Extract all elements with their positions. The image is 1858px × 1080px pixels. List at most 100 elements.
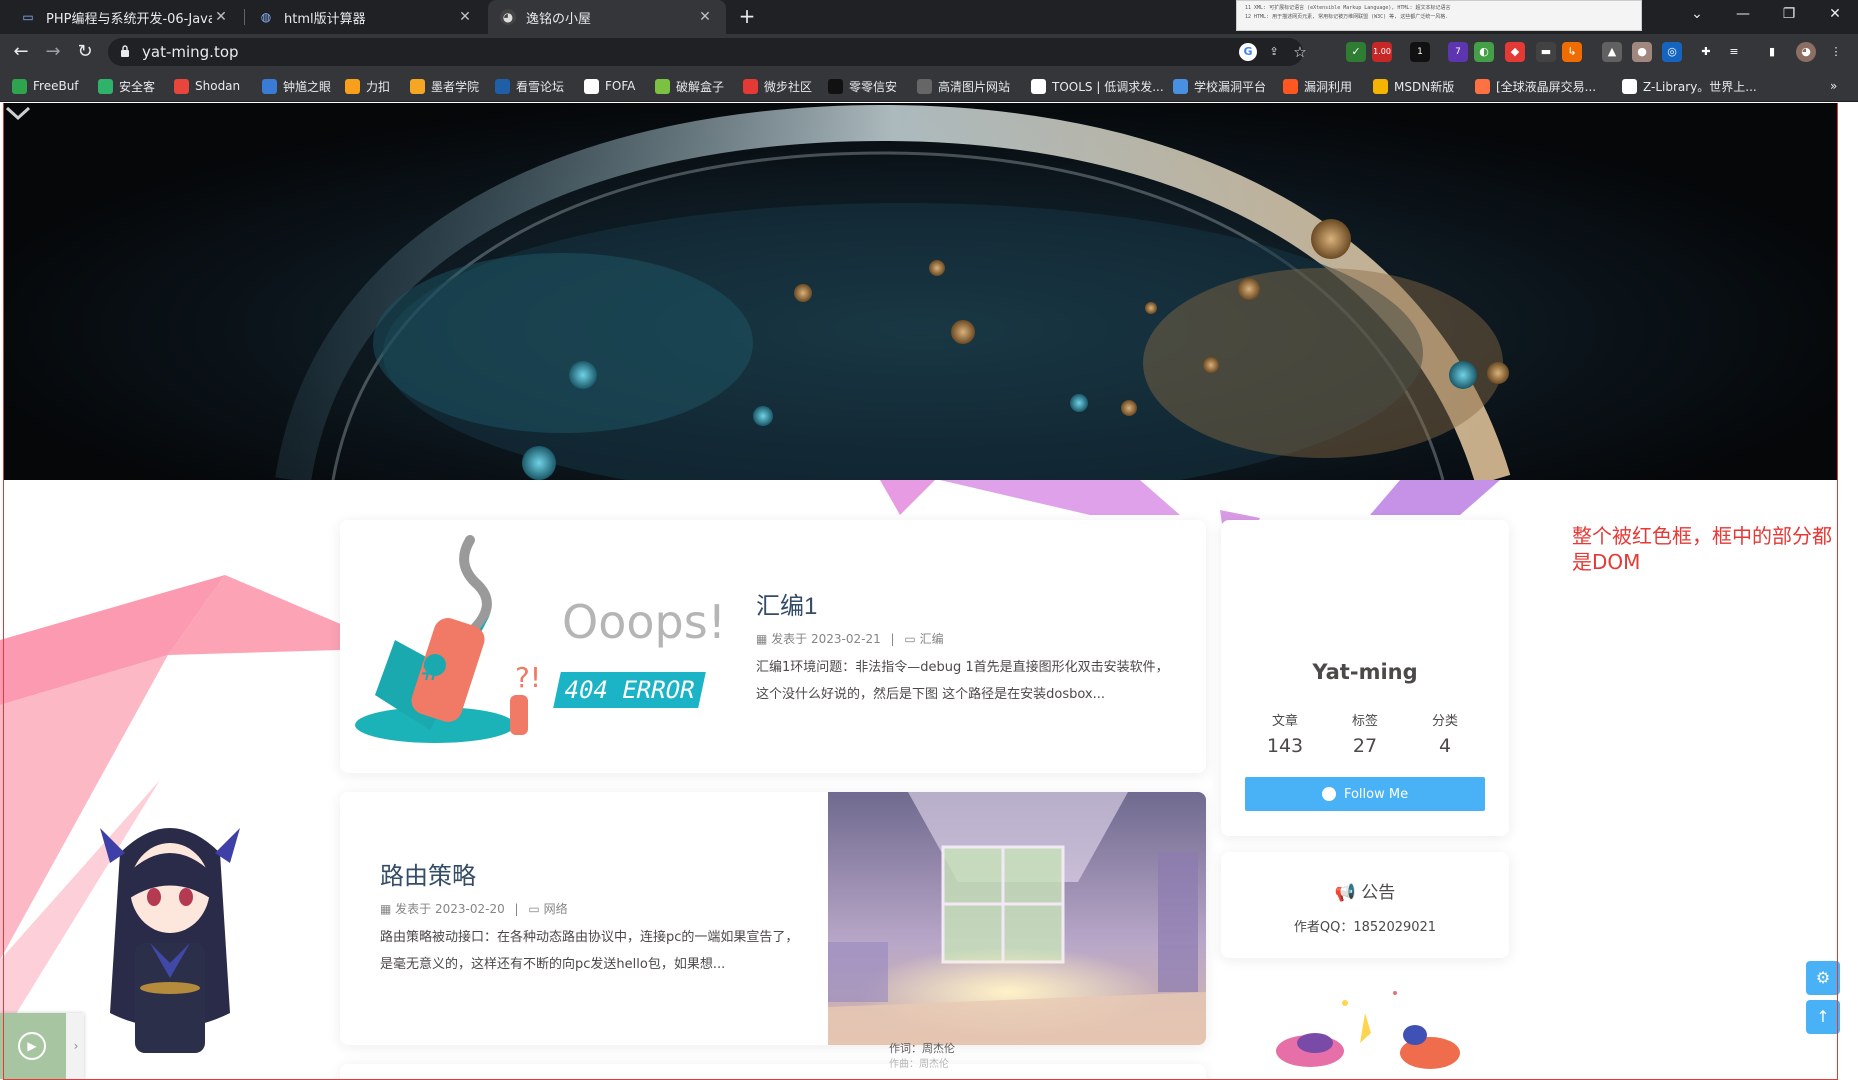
tab-search-button[interactable]: ⌄ — [1674, 0, 1720, 30]
stat-value: 27 — [1352, 735, 1378, 757]
arrow-extension-icon[interactable]: ↳ — [1562, 42, 1582, 62]
extension-badge-icon[interactable]: 1 — [1410, 42, 1430, 62]
question-mark-icon: ?! — [515, 661, 541, 694]
bookmark-item[interactable]: 微步社区 — [743, 70, 812, 102]
stat-articles[interactable]: 文章 143 — [1245, 710, 1325, 757]
tab-bar: ▭ PHP编程与系统开发-06-JavaSc ✕ ◍ html版计算器 ✕ ◕ … — [0, 0, 1858, 34]
post-category[interactable]: 汇编 — [920, 632, 944, 646]
bookmark-label: Z-Library。世界上... — [1643, 79, 1757, 94]
close-icon[interactable]: ✕ — [696, 9, 714, 25]
hat-extension-icon[interactable]: ▬ — [1536, 42, 1556, 62]
close-window-button[interactable]: ✕ — [1812, 0, 1858, 30]
bookmark-item[interactable]: [全球液晶屏交易... — [1475, 70, 1596, 102]
stat-label: 标签 — [1351, 714, 1378, 729]
close-icon[interactable]: ✕ — [456, 9, 474, 25]
close-icon[interactable]: ✕ — [212, 9, 230, 25]
play-icon[interactable]: ▶ — [18, 1032, 46, 1060]
bookmark-item[interactable]: 钟馗之眼 — [262, 70, 331, 102]
address-bar[interactable]: yat-ming.top G ⇪ ☆ — [108, 38, 1307, 66]
bookmark-item[interactable]: 高清图片网站 — [917, 70, 1010, 102]
bookmark-item[interactable]: 学校漏洞平台 — [1173, 70, 1266, 102]
stat-categories[interactable]: 分类 4 — [1405, 710, 1485, 757]
cookie-extension-icon[interactable]: ● — [1632, 42, 1652, 62]
author-card: Yat-ming 文章 143 标签 27 分类 4 Follow Me — [1221, 520, 1509, 836]
cube-extension-icon[interactable]: ◆ — [1505, 42, 1525, 62]
reading-list-icon[interactable]: ≡ — [1724, 42, 1744, 62]
circle-extension-icon[interactable]: ◎ — [1662, 42, 1682, 62]
google-icon[interactable]: G — [1239, 43, 1257, 61]
bookmark-favicon-icon — [262, 78, 277, 94]
meta-separator: | — [890, 632, 895, 646]
bookmark-item[interactable]: 看雪论坛 — [495, 70, 564, 102]
post-card[interactable]: 路由策略 ▦ 发表于 2023-02-20 | ▭ 网络 路由策略被动接口：在各… — [340, 792, 1206, 1045]
profile-avatar[interactable]: ◕ — [1796, 42, 1816, 62]
bookmark-item[interactable]: Shodan — [174, 70, 240, 102]
megaphone-icon: 📢 — [1334, 883, 1356, 903]
toggle-extension-icon[interactable]: ◐ — [1474, 42, 1494, 62]
bookmark-item[interactable]: TOOLS | 低调求发... — [1031, 70, 1164, 102]
bookmark-favicon-icon — [174, 78, 189, 94]
bookmark-label: FreeBuf — [33, 79, 79, 93]
bookmarks-overflow-icon[interactable]: » — [1830, 70, 1837, 102]
bookmark-label: 破解盒子 — [676, 79, 725, 94]
back-arrow-icon[interactable]: ← — [9, 40, 33, 64]
bookmark-label: 力扣 — [366, 79, 391, 94]
follow-label: Follow Me — [1343, 786, 1409, 802]
url-text: yat-ming.top — [142, 43, 239, 61]
page-viewport: # ?! Ooops! 404 ERROR 汇编1 ▦ 发表于 2023-02-… — [0, 103, 1858, 1080]
preview-line: 11 XML: 可扩展标记语言 (eXtensible Markup Langu… — [1245, 5, 1451, 11]
bookmark-item[interactable]: FreeBuf — [12, 70, 79, 102]
bookmark-label: MSDN新版 — [1394, 79, 1455, 94]
bookmark-favicon-icon — [917, 78, 932, 94]
expand-arrow-icon[interactable]: › — [68, 1013, 84, 1079]
stat-label: 文章 — [1271, 714, 1298, 729]
stat-label: 分类 — [1431, 714, 1458, 729]
bookmark-item[interactable]: 墨者学院 — [410, 70, 479, 102]
bookmark-item[interactable]: Z-Library。世界上... — [1622, 70, 1757, 102]
post-card[interactable] — [340, 1064, 1206, 1080]
cover-404-badge: 404 ERROR — [553, 672, 706, 708]
settings-gear-button[interactable]: ⚙ — [1806, 961, 1840, 995]
tab-php[interactable]: ▭ PHP编程与系统开发-06-JavaSc ✕ — [8, 0, 242, 34]
side-panel-icon[interactable]: ▮ — [1762, 42, 1782, 62]
forward-arrow-icon[interactable]: → — [41, 40, 65, 64]
restore-button[interactable]: ❐ — [1766, 0, 1812, 30]
paint-splash-decoration — [1276, 991, 1460, 1069]
music-player[interactable]: ▶ › — [0, 1013, 84, 1079]
post-title[interactable]: 汇编1 — [756, 586, 817, 621]
bookmark-item[interactable]: FOFA — [584, 70, 635, 102]
share-icon[interactable]: ⇪ — [1265, 43, 1283, 61]
post-cover-room[interactable] — [828, 792, 1206, 1045]
shield-extension-icon[interactable]: ✓ — [1346, 42, 1366, 62]
tab-blog[interactable]: ◕ 逸铭の小屋 ✕ — [488, 0, 726, 34]
bookmark-item[interactable]: 力扣 — [345, 70, 390, 102]
stat-tags[interactable]: 标签 27 — [1325, 710, 1405, 757]
extension-badge-icon[interactable]: 7 — [1448, 42, 1468, 62]
bookmarks-bar: FreeBuf 安全客 Shodan 钟馗之眼 力扣 墨者学院 看雪论坛 FOFA 破解盒子 微步… — [0, 70, 1858, 102]
post-title[interactable]: 路由策略 — [380, 856, 476, 891]
scroll-down-chevron-icon[interactable] — [3, 103, 33, 123]
post-date: 发表于 2023-02-21 — [771, 632, 881, 646]
triangle-extension-icon[interactable]: ▲ — [1602, 42, 1622, 62]
post-category[interactable]: 网络 — [544, 902, 568, 916]
bookmark-item[interactable]: 破解盒子 — [655, 70, 724, 102]
bookmark-item[interactable]: MSDN新版 — [1373, 70, 1454, 102]
puzzle-icon[interactable]: ✚ — [1696, 42, 1716, 62]
post-card[interactable]: # ?! Ooops! 404 ERROR 汇编1 ▦ 发表于 2023-02-… — [340, 520, 1206, 773]
bookmark-label: 学校漏洞平台 — [1194, 79, 1267, 94]
back-to-top-button[interactable]: ↑ — [1806, 1000, 1840, 1034]
minimize-button[interactable]: — — [1720, 0, 1766, 30]
new-tab-button[interactable]: + — [735, 5, 759, 29]
follow-me-button[interactable]: Follow Me — [1245, 777, 1485, 811]
globe-icon: ◍ — [260, 10, 272, 24]
reload-icon[interactable]: ↻ — [73, 40, 97, 64]
extension-badge-icon[interactable]: 1.00 — [1372, 42, 1392, 62]
bookmark-item[interactable]: 漏洞利用 — [1283, 70, 1352, 102]
bookmark-item[interactable]: 零零信安 — [828, 70, 897, 102]
bookmark-item[interactable]: 安全客 — [98, 70, 155, 102]
tab-calculator[interactable]: ◍ html版计算器 ✕ — [246, 0, 486, 34]
bookmark-favicon-icon — [655, 78, 670, 94]
live2d-character[interactable] — [70, 813, 270, 1080]
menu-kebab-icon[interactable]: ⋮ — [1826, 42, 1846, 62]
star-icon[interactable]: ☆ — [1291, 43, 1309, 61]
